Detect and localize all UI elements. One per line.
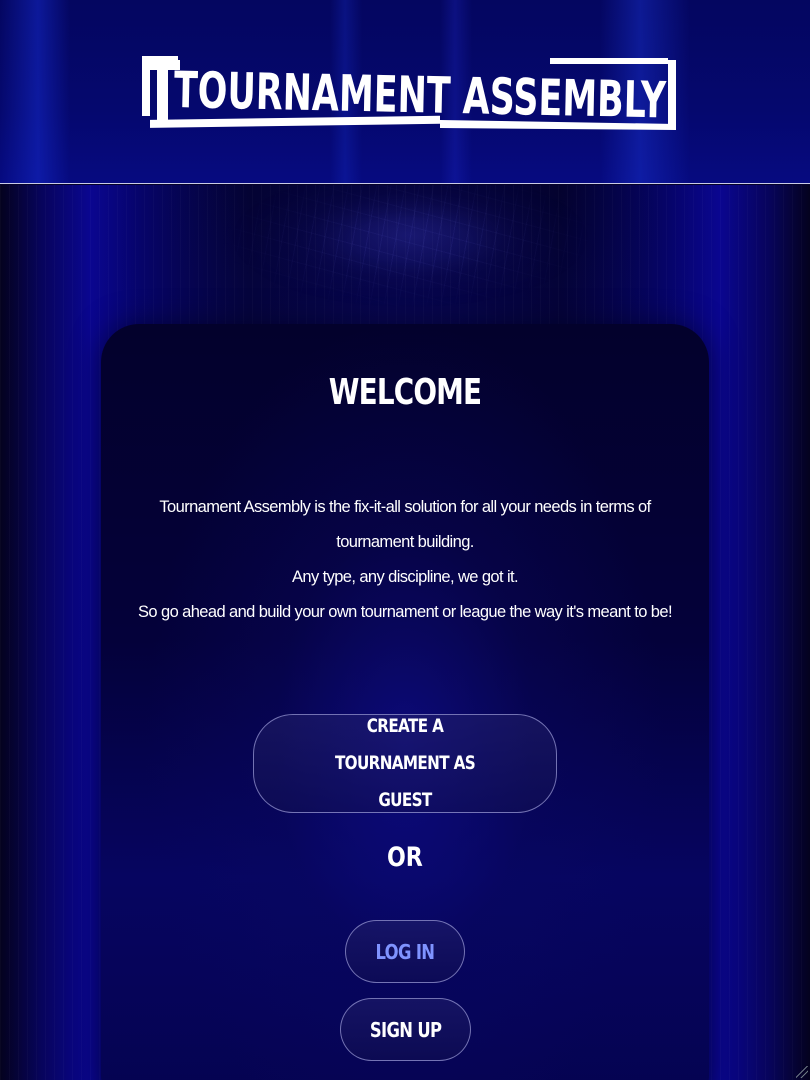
background-grid-decoration: [220, 185, 600, 325]
intro-line: Tournament Assembly is the fix-it-all so…: [159, 498, 651, 516]
signup-button-label: SIGN UP: [369, 1017, 442, 1042]
intro-line: tournament building.: [336, 533, 474, 551]
signup-button[interactable]: SIGN UP: [340, 998, 471, 1061]
site-header: TOURNAMENT ASSEMBLY: [0, 0, 810, 184]
intro-line: Any type, any discipline, we got it.: [291, 568, 519, 586]
login-button[interactable]: LOG IN: [345, 920, 465, 983]
or-divider: OR: [101, 842, 709, 873]
login-button-label: LOG IN: [375, 939, 436, 964]
create-tournament-guest-button[interactable]: CREATE A TOURNAMENT AS GUEST: [253, 714, 557, 813]
intro-text: Tournament Assembly is the fix-it-all so…: [121, 490, 689, 630]
site-logo[interactable]: TOURNAMENT ASSEMBLY: [140, 50, 680, 132]
resize-handle-icon[interactable]: [796, 1066, 808, 1078]
main-area: WELCOME Tournament Assembly is the fix-i…: [0, 185, 810, 1080]
intro-line: So go ahead and build your own tournamen…: [138, 603, 673, 621]
guest-button-label: CREATE A TOURNAMENT AS GUEST: [334, 715, 476, 811]
welcome-card: WELCOME Tournament Assembly is the fix-i…: [101, 324, 709, 1080]
or-label: OR: [387, 842, 423, 873]
logo-text: TOURNAMENT ASSEMBLY: [173, 61, 667, 129]
welcome-title: WELCOME: [328, 372, 482, 413]
logo-wordmark: TOURNAMENT ASSEMBLY: [142, 56, 676, 130]
